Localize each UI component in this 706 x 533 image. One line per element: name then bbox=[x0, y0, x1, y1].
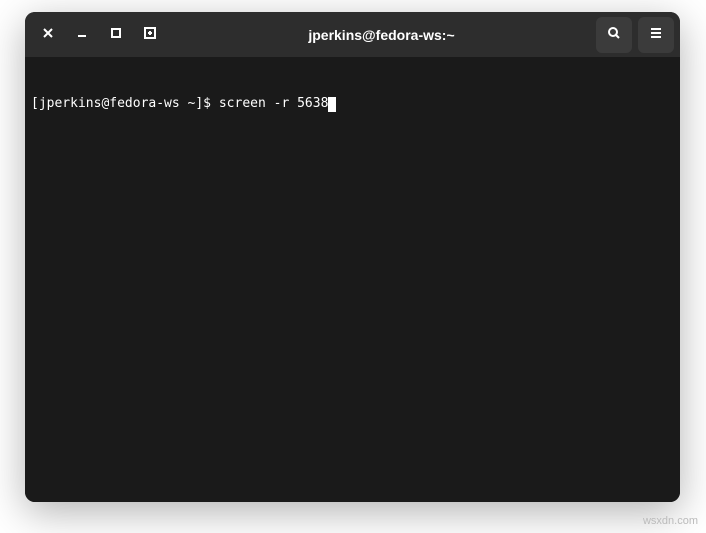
close-button[interactable] bbox=[31, 18, 65, 52]
new-tab-icon bbox=[142, 25, 158, 44]
terminal-body[interactable]: [jperkins@fedora-ws ~]$ screen -r 5638 bbox=[25, 58, 680, 502]
command-text: screen -r 5638 bbox=[219, 96, 329, 113]
minimize-button[interactable] bbox=[65, 18, 99, 52]
titlebar: jperkins@fedora-ws:~ bbox=[25, 12, 680, 58]
watermark: wsxdn.com bbox=[643, 515, 698, 527]
window-title: jperkins@fedora-ws:~ bbox=[167, 27, 596, 43]
search-button[interactable] bbox=[596, 17, 632, 53]
close-icon bbox=[40, 25, 56, 44]
cursor-icon bbox=[328, 97, 336, 112]
new-tab-button[interactable] bbox=[133, 18, 167, 52]
search-icon bbox=[606, 25, 622, 44]
hamburger-icon bbox=[648, 25, 664, 44]
menu-button[interactable] bbox=[638, 17, 674, 53]
prompt-line: [jperkins@fedora-ws ~]$ screen -r 5638 bbox=[31, 96, 674, 113]
shell-prompt: [jperkins@fedora-ws ~]$ bbox=[31, 96, 219, 113]
window-controls-right bbox=[596, 17, 674, 53]
window-controls-left bbox=[31, 18, 167, 52]
terminal-window: jperkins@fedora-ws:~ [jperkins@fedora-ws… bbox=[25, 12, 680, 502]
maximize-icon bbox=[108, 25, 124, 44]
minimize-icon bbox=[74, 25, 90, 44]
maximize-button[interactable] bbox=[99, 18, 133, 52]
